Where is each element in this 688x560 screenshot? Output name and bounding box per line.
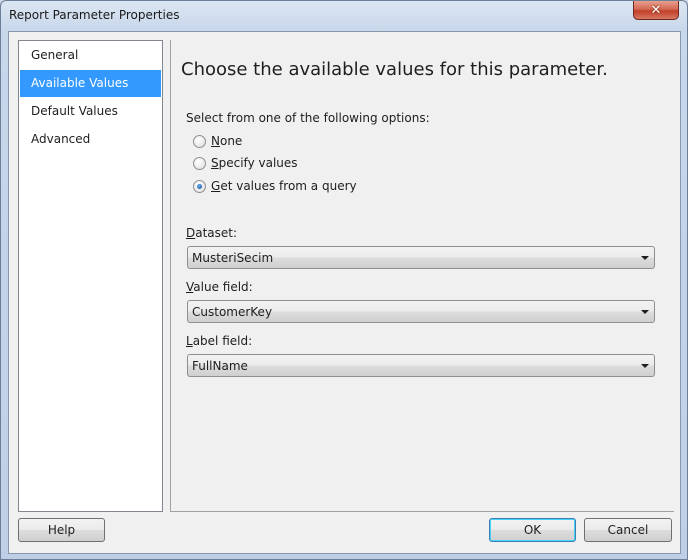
dataset-label: Dataset:	[186, 226, 238, 240]
title-bar[interactable]: Report Parameter Properties ✕	[1, 1, 687, 31]
radio-none-label[interactable]: None	[211, 134, 242, 148]
page-heading: Choose the available values for this par…	[181, 59, 608, 80]
dialog-client-area: General Available Values Default Values …	[8, 31, 681, 554]
window-title: Report Parameter Properties	[9, 8, 180, 22]
radio-none[interactable]	[193, 135, 206, 148]
chevron-down-icon	[641, 310, 649, 314]
label-field-value: FullName	[192, 359, 248, 373]
label-field-dropdown[interactable]: FullName	[187, 354, 655, 377]
value-field-label: Value field:	[186, 280, 253, 294]
page-nav-list: General Available Values Default Values …	[18, 40, 163, 512]
dataset-value: MusteriSecim	[192, 251, 274, 265]
cancel-button[interactable]: Cancel	[584, 518, 672, 542]
radio-specify-values[interactable]	[193, 157, 206, 170]
chevron-down-icon	[641, 256, 649, 260]
radio-specify-values-label[interactable]: Specify values	[211, 156, 298, 170]
radio-get-values-from-query[interactable]	[193, 180, 206, 193]
dialog-window: Report Parameter Properties ✕ General Av…	[0, 0, 688, 560]
nav-item-available-values[interactable]: Available Values	[20, 70, 161, 97]
nav-item-general[interactable]: General	[20, 42, 161, 69]
ok-button[interactable]: OK	[489, 518, 576, 542]
value-field-value: CustomerKey	[192, 305, 273, 319]
nav-item-advanced[interactable]: Advanced	[20, 126, 161, 153]
dataset-dropdown[interactable]: MusteriSecim	[187, 246, 655, 269]
help-button[interactable]: Help	[18, 518, 105, 542]
radio-get-values-from-query-label[interactable]: Get values from a query	[211, 179, 357, 193]
content-divider-vertical	[170, 40, 171, 512]
content-divider-horizontal	[170, 511, 674, 512]
options-prompt: Select from one of the following options…	[186, 111, 430, 125]
value-field-dropdown[interactable]: CustomerKey	[187, 300, 655, 323]
label-field-label: Label field:	[186, 334, 253, 348]
close-icon: ✕	[650, 2, 662, 18]
close-button[interactable]: ✕	[633, 1, 679, 20]
chevron-down-icon	[641, 364, 649, 368]
nav-item-default-values[interactable]: Default Values	[20, 98, 161, 125]
